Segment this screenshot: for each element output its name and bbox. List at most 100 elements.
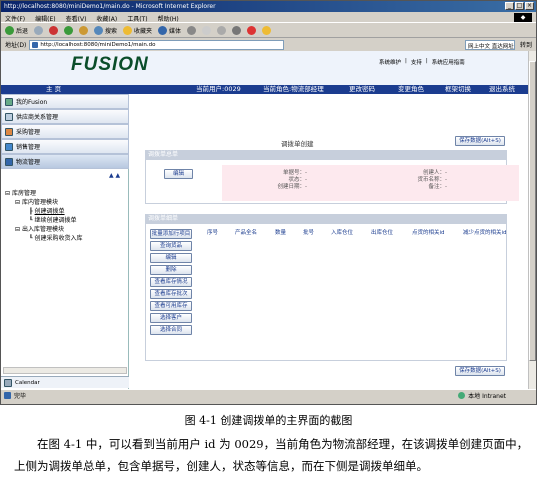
view-stock-batch-button[interactable]: 查看库存批次 xyxy=(150,289,192,299)
field-doc-no: 单据号：- xyxy=(283,170,307,176)
sidebar-item-logistics[interactable]: 物流管理 xyxy=(1,154,129,169)
page-vertical-scrollbar[interactable] xyxy=(528,51,536,389)
save-button-top[interactable]: 保存数据(Alt+S) xyxy=(455,136,505,146)
link-app-guide[interactable]: 系统应用指南 xyxy=(432,58,465,66)
fusion-icon xyxy=(5,97,13,106)
header-links: 系统维护 | 支持 | 系统应用指南 xyxy=(379,58,465,66)
edit-icon[interactable] xyxy=(232,26,242,35)
tree-node-internal[interactable]: ⊟ 库内管理模块 xyxy=(5,198,83,207)
window-controls: _ □ × xyxy=(505,2,534,10)
browser-window: http://localhost:8080/miniDemo1/main.do … xyxy=(0,0,537,405)
menu-help[interactable]: 帮助(H) xyxy=(158,14,179,23)
edit-detail-button[interactable]: 编辑 xyxy=(150,253,192,263)
sidebar-item-purchase[interactable]: 采购管理 xyxy=(1,124,129,139)
print-icon[interactable] xyxy=(217,26,227,35)
page-title: 调拨单创建 xyxy=(281,140,314,148)
tree-label: 库内管理模块 xyxy=(21,199,58,206)
go-button[interactable]: 转到 xyxy=(518,40,532,49)
ie-page-icon xyxy=(4,392,11,399)
batch-add-rows-button[interactable]: 批量添加行项目 xyxy=(150,229,192,239)
col-in-location: 入库仓位 xyxy=(331,230,354,236)
history-icon[interactable] xyxy=(187,26,197,35)
tree-leaf-continue-transfer[interactable]: ┖ 继续创建调拨单 xyxy=(5,216,83,225)
nav-frame-switch[interactable]: 框架切换 xyxy=(445,85,471,94)
favorites-label: 收藏夹 xyxy=(134,28,153,35)
close-button[interactable]: × xyxy=(525,2,534,10)
body-paragraph: 在图 4-1 中，可以看到当前用户 id 为 0029，当前角色为物流部经理，在… xyxy=(14,437,529,473)
home-icon[interactable] xyxy=(79,26,89,35)
top-navbar: 主 页 当前用户:0029 当前角色:物流部经理 更改密码 变更角色 框架切换 … xyxy=(1,85,528,94)
current-role: 当前角色:物流部经理 xyxy=(263,85,324,93)
query-goods-button[interactable]: 查询货品 xyxy=(150,241,192,251)
delete-button[interactable]: 删除 xyxy=(150,265,192,275)
menu-view[interactable]: 查看(V) xyxy=(66,14,87,23)
edit-master-button[interactable]: 编辑 xyxy=(164,169,193,179)
tree-leaf-create-transfer[interactable]: ┠ 创建调拨单 xyxy=(5,207,83,216)
nav-change-role[interactable]: 变更角色 xyxy=(398,85,424,94)
select-customer-button[interactable]: 选择客户 xyxy=(150,313,192,323)
select-contract-button[interactable]: 选择合同 xyxy=(150,325,192,335)
nav-home[interactable]: 主 页 xyxy=(46,85,61,94)
save-button-bottom[interactable]: 保存数据(Alt+S) xyxy=(455,366,505,376)
calendar-bar[interactable]: Calendar xyxy=(1,376,129,388)
tree-node-inout[interactable]: ⊟ 出入库管理模块 xyxy=(5,225,83,234)
search-input[interactable]: 网上中文 直达网址 xyxy=(464,39,515,50)
favorites-button[interactable]: 收藏夹 xyxy=(123,26,152,35)
separator: | xyxy=(425,58,428,64)
search-icon xyxy=(94,26,104,35)
sidebar: 我的Fusion 供应商关系管理 采购管理 销售管理 物流管理 ▲ ▲ ⊟ 库房… xyxy=(1,94,129,389)
view-stock-button[interactable]: 查看库存情况 xyxy=(150,277,192,287)
refresh-icon[interactable] xyxy=(64,26,74,35)
page-icon xyxy=(32,41,39,48)
current-user: 当前用户:0029 xyxy=(196,85,241,93)
menu-tools[interactable]: 工具(T) xyxy=(127,14,147,23)
field-creator: 创建人：- xyxy=(423,170,447,176)
nav-exit[interactable]: 退出系统 xyxy=(489,85,515,94)
address-input[interactable]: http://localhost:8080/miniDemo1/main.do xyxy=(29,39,285,50)
messenger-icon[interactable] xyxy=(247,26,257,35)
master-fields: 单据号：- 状态：- 创建日期：- 创建人：- 货币名称：- 备注：- xyxy=(222,165,519,201)
sidebar-horizontal-scrollbar[interactable] xyxy=(3,367,127,374)
status-bar: 完毕 本地 Intranet xyxy=(1,389,536,401)
sidebar-item-label: 我的Fusion xyxy=(16,99,48,106)
back-button[interactable]: 后退 xyxy=(5,26,28,35)
sidebar-item-my-fusion[interactable]: 我的Fusion xyxy=(1,94,129,109)
supplier-icon xyxy=(5,112,13,121)
sidebar-item-label: 供应商关系管理 xyxy=(16,114,59,121)
minimize-button[interactable]: _ xyxy=(505,2,514,10)
logistics-icon xyxy=(5,157,13,166)
tool-icon[interactable] xyxy=(262,26,272,35)
menu-edit[interactable]: 编辑(E) xyxy=(35,14,55,23)
tree-leaf-purchase-receipt[interactable]: ┖ 创建采购收货入库 xyxy=(5,234,83,243)
link-support[interactable]: 支持 xyxy=(411,58,422,66)
media-button[interactable]: 媒体 xyxy=(158,26,181,35)
sidebar-item-sales[interactable]: 销售管理 xyxy=(1,139,129,154)
security-zone: 本地 Intranet xyxy=(468,393,506,400)
collapse-arrows-icon[interactable]: ▲ ▲ xyxy=(109,172,120,179)
app-header: FUSION 系统维护 | 支持 | 系统应用指南 xyxy=(1,51,528,85)
maximize-button[interactable]: □ xyxy=(515,2,524,10)
menu-file[interactable]: 文件(F) xyxy=(5,14,25,23)
mail-icon[interactable] xyxy=(202,26,212,35)
scrollbar-thumb[interactable] xyxy=(529,61,536,361)
col-quantity: 数量 xyxy=(275,230,287,236)
windows-logo-icon: ◆ xyxy=(514,13,532,22)
link-system-maintenance[interactable]: 系统维护 xyxy=(379,58,401,66)
calendar-icon xyxy=(4,378,12,387)
tree-node-warehouse[interactable]: ⊟ 库房管理 xyxy=(5,189,83,198)
forward-arrow-icon[interactable] xyxy=(34,26,44,35)
view-available-stock-button[interactable]: 查看可用库存 xyxy=(150,301,192,311)
search-button[interactable]: 搜索 xyxy=(94,26,117,35)
menu-favorites[interactable]: 收藏(A) xyxy=(96,14,117,23)
nav-tree: ⊟ 库房管理 ⊟ 库内管理模块 ┠ 创建调拨单 ┖ 继续创建调拨单 ⊟ 出入库管… xyxy=(5,189,83,243)
stop-icon[interactable] xyxy=(49,26,59,35)
col-reduce-pick-id: 减少点货的相关id xyxy=(463,230,507,236)
field-status: 状态：- xyxy=(288,177,308,183)
nav-change-password[interactable]: 更改密码 xyxy=(349,85,375,94)
search-label: 搜索 xyxy=(105,28,118,35)
sidebar-item-supplier[interactable]: 供应商关系管理 xyxy=(1,109,129,124)
back-label: 后退 xyxy=(16,28,29,35)
tree-label: 创建调拨单 xyxy=(34,208,65,215)
calendar-label: Calendar xyxy=(15,379,40,386)
status-text: 完毕 xyxy=(14,393,27,400)
